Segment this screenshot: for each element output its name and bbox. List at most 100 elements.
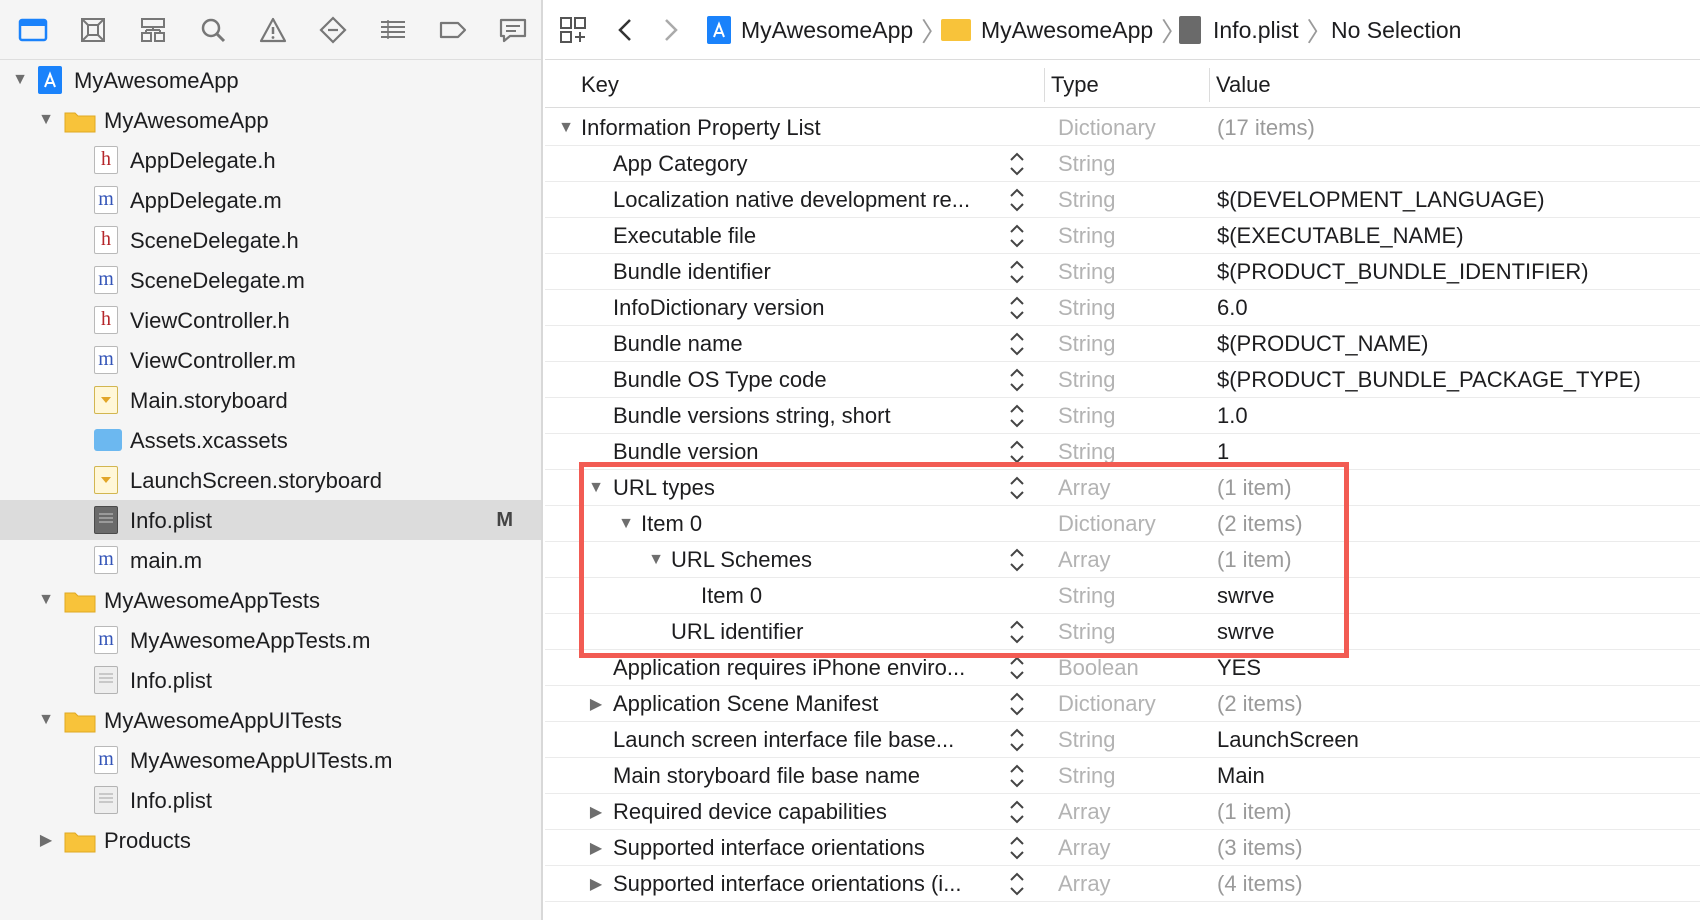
column-divider[interactable] <box>1044 68 1045 102</box>
tree-item[interactable]: Assets.xcassets <box>0 420 541 460</box>
plist-key[interactable]: InfoDictionary version <box>613 290 825 326</box>
plist-type[interactable]: String <box>1058 578 1115 614</box>
plist-row[interactable]: Item 0 String swrve <box>545 578 1700 614</box>
disclosure-expanded-icon[interactable]: ▼ <box>36 110 56 130</box>
column-header-type[interactable]: Type <box>1051 62 1099 108</box>
plist-value[interactable]: (3 items) <box>1217 830 1303 866</box>
project-navigator-icon[interactable] <box>14 12 52 48</box>
plist-type[interactable]: String <box>1058 290 1115 326</box>
plist-row[interactable]: ▼ URL Schemes Array (1 item) <box>545 542 1700 578</box>
plist-key[interactable]: Bundle name <box>613 326 743 362</box>
source-control-navigator-icon[interactable] <box>74 12 112 48</box>
plist-row[interactable]: Bundle version String 1 <box>545 434 1700 470</box>
plist-value[interactable]: $(EXECUTABLE_NAME) <box>1217 218 1464 254</box>
plist-value[interactable]: 1.0 <box>1217 398 1248 434</box>
key-selector-stepper-icon[interactable] <box>1008 654 1026 682</box>
disclosure-expanded-icon[interactable]: ▼ <box>587 479 605 497</box>
plist-key[interactable]: Bundle version <box>613 434 759 470</box>
plist-value[interactable]: (1 item) <box>1217 470 1292 506</box>
tree-item[interactable]: m main.m <box>0 540 541 580</box>
plist-row[interactable]: ▼ Information Property List Dictionary (17 … <box>545 110 1700 146</box>
plist-row[interactable]: Executable file String $(EXECUTABLE_NAME) <box>545 218 1700 254</box>
plist-value[interactable]: YES <box>1217 650 1261 686</box>
plist-value[interactable]: $(PRODUCT_BUNDLE_IDENTIFIER) <box>1217 254 1589 290</box>
plist-value[interactable]: LaunchScreen <box>1217 722 1359 758</box>
plist-value[interactable]: (17 items) <box>1217 110 1315 146</box>
plist-value[interactable]: $(DEVELOPMENT_LANGUAGE) <box>1217 182 1545 218</box>
plist-type[interactable]: String <box>1058 398 1115 434</box>
plist-type[interactable]: Array <box>1058 866 1111 902</box>
key-selector-stepper-icon[interactable] <box>1008 726 1026 754</box>
plist-key[interactable]: Required device capabilities <box>613 794 887 830</box>
plist-row[interactable]: Launch screen interface file base... Stri… <box>545 722 1700 758</box>
plist-type[interactable]: Array <box>1058 794 1111 830</box>
tree-item[interactable]: Info.plist <box>0 780 541 820</box>
plist-row[interactable]: ▶ Supported interface orientations Array (3… <box>545 830 1700 866</box>
plist-key[interactable]: Bundle versions string, short <box>613 398 891 434</box>
tree-item[interactable]: ▼ MyAwesomeAppUITests <box>0 700 541 740</box>
plist-type[interactable]: String <box>1058 254 1115 290</box>
plist-value[interactable]: (2 items) <box>1217 506 1303 542</box>
plist-type[interactable]: String <box>1058 758 1115 794</box>
plist-key[interactable]: Application requires iPhone enviro... <box>613 650 965 686</box>
plist-key[interactable]: Executable file <box>613 218 756 254</box>
plist-type[interactable]: Boolean <box>1058 650 1139 686</box>
tree-item[interactable]: ▶ Products <box>0 820 541 860</box>
plist-row[interactable]: Main storyboard file base name String Main <box>545 758 1700 794</box>
plist-value[interactable]: (1 item) <box>1217 794 1292 830</box>
breakpoint-navigator-icon[interactable] <box>434 12 472 48</box>
key-selector-stepper-icon[interactable] <box>1008 798 1026 826</box>
key-selector-stepper-icon[interactable] <box>1008 402 1026 430</box>
plist-value[interactable]: (1 item) <box>1217 542 1292 578</box>
related-items-icon[interactable] <box>559 0 587 60</box>
tree-item[interactable]: ▼ MyAwesomeAppTests <box>0 580 541 620</box>
tree-item[interactable]: h ViewController.h <box>0 300 541 340</box>
jump-bar-crumb-file[interactable]: Info.plist 〉 <box>1179 0 1333 60</box>
plist-key[interactable]: URL Schemes <box>671 542 812 578</box>
plist-value[interactable]: $(PRODUCT_NAME) <box>1217 326 1428 362</box>
plist-key[interactable]: Localization native development re... <box>613 182 970 218</box>
key-selector-stepper-icon[interactable] <box>1008 546 1026 574</box>
plist-type[interactable]: Dictionary <box>1058 506 1156 542</box>
key-selector-stepper-icon[interactable] <box>1008 762 1026 790</box>
test-navigator-icon[interactable] <box>314 12 352 48</box>
plist-type[interactable]: Dictionary <box>1058 686 1156 722</box>
plist-key[interactable]: Main storyboard file base name <box>613 758 920 794</box>
plist-value[interactable]: Main <box>1217 758 1265 794</box>
plist-type[interactable]: String <box>1058 146 1115 182</box>
plist-key[interactable]: Information Property List <box>581 110 821 146</box>
tree-item[interactable]: h AppDelegate.h <box>0 140 541 180</box>
plist-row[interactable]: ▼ Item 0 Dictionary (2 items) <box>545 506 1700 542</box>
column-header-key[interactable]: Key <box>581 62 619 108</box>
column-header-value[interactable]: Value <box>1216 62 1271 108</box>
tree-item[interactable]: m SceneDelegate.m <box>0 260 541 300</box>
tree-item[interactable]: ▼ MyAwesomeApp <box>0 60 541 100</box>
plist-row[interactable]: Bundle name String $(PRODUCT_NAME) <box>545 326 1700 362</box>
plist-type[interactable]: String <box>1058 326 1115 362</box>
plist-key[interactable]: URL types <box>613 470 715 506</box>
key-selector-stepper-icon[interactable] <box>1008 150 1026 178</box>
key-selector-stepper-icon[interactable] <box>1008 438 1026 466</box>
plist-value[interactable]: $(PRODUCT_BUNDLE_PACKAGE_TYPE) <box>1217 362 1641 398</box>
plist-row[interactable]: ▶ Supported interface orientations (i... A… <box>545 866 1700 902</box>
plist-type[interactable]: Array <box>1058 470 1111 506</box>
plist-type[interactable]: String <box>1058 182 1115 218</box>
tree-item[interactable]: m ViewController.m <box>0 340 541 380</box>
disclosure-expanded-icon[interactable]: ▼ <box>647 551 665 569</box>
disclosure-collapsed-icon[interactable]: ▶ <box>587 695 605 713</box>
tree-item[interactable]: Main.storyboard <box>0 380 541 420</box>
plist-key[interactable]: App Category <box>613 146 748 182</box>
plist-type[interactable]: String <box>1058 434 1115 470</box>
forward-button[interactable] <box>661 0 681 60</box>
plist-row[interactable]: Localization native development re... Str… <box>545 182 1700 218</box>
key-selector-stepper-icon[interactable] <box>1008 294 1026 322</box>
tree-item[interactable]: ▼ MyAwesomeApp <box>0 100 541 140</box>
plist-value[interactable]: (4 items) <box>1217 866 1303 902</box>
plist-key[interactable]: Application Scene Manifest <box>613 686 878 722</box>
plist-value[interactable]: swrve <box>1217 614 1274 650</box>
column-divider[interactable] <box>1209 68 1210 102</box>
plist-value[interactable]: 1 <box>1217 434 1229 470</box>
plist-type[interactable]: String <box>1058 614 1115 650</box>
plist-value[interactable]: swrve <box>1217 578 1274 614</box>
key-selector-stepper-icon[interactable] <box>1008 618 1026 646</box>
